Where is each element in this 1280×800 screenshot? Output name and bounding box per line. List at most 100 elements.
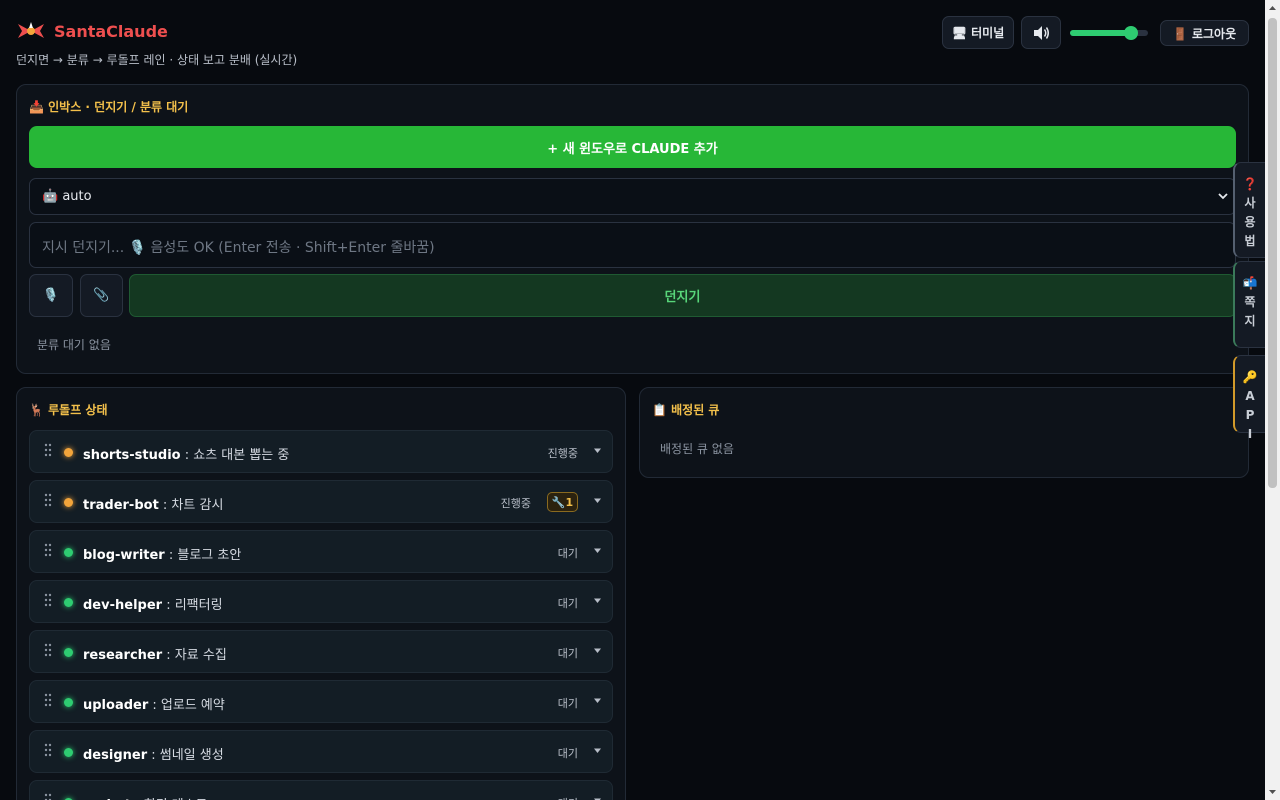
status-dot (64, 498, 73, 507)
lane-label: uploader : 업로드 예약 (83, 694, 225, 713)
model-select[interactable]: 🤖 auto (29, 178, 1236, 215)
lane-status: 대기 (557, 697, 578, 710)
lane-label: dev-helper : 리팩터링 (83, 594, 223, 613)
drag-handle-icon[interactable] (44, 593, 52, 607)
caret-down-icon[interactable] (593, 546, 602, 555)
lane-name: uploader (83, 698, 149, 713)
rudolph-title: 🦌 루돌프 상태 (29, 403, 108, 417)
santa-logo-icon (18, 22, 44, 38)
assigned-queue-panel: 📋 배정된 큐 배정된 큐 없음 (639, 387, 1249, 478)
inbox-title: 📥 인박스 · 던지기 / 분류 대기 (29, 100, 189, 114)
lane-status: 대기 (557, 597, 578, 610)
lane-label: trader-bot : 차트 감시 (83, 494, 223, 513)
drag-handle-icon[interactable] (44, 793, 52, 800)
lane-status: 진행중 (500, 497, 531, 510)
terminal-button[interactable]: 🖥 터미널 (942, 16, 1014, 49)
lane-label: researcher : 자료 수집 (83, 644, 227, 663)
caret-down-icon[interactable] (593, 496, 602, 505)
throw-button[interactable]: 던지기 (129, 274, 1236, 317)
app-page: SantaClaude 던지면 → 분류 → 루돌프 레인 · 상태 보고 분배… (0, 0, 1265, 800)
app-name: SantaClaude (54, 21, 168, 41)
lane-task: : 차트 감시 (158, 498, 224, 513)
scroll-up-arrow-icon[interactable] (1268, 4, 1277, 13)
voice-input-button[interactable]: 🎙️ (29, 274, 73, 317)
queue-empty-text: 배정된 큐 없음 (660, 442, 734, 456)
status-dot (64, 648, 73, 657)
lane-row-qa-bot[interactable]: qa-bot : 회귀 테스트 대기 (29, 780, 613, 800)
lane-row-uploader[interactable]: uploader : 업로드 예약 대기 (29, 680, 613, 723)
key-icon: 🔑 (1242, 370, 1258, 384)
drag-handle-icon[interactable] (44, 693, 52, 707)
status-dot (64, 698, 73, 707)
drag-handle-icon[interactable] (44, 493, 52, 507)
lane-task: : 쇼츠 대본 뽑는 중 (180, 448, 290, 463)
lane-task: : 자료 수집 (162, 648, 227, 663)
drag-handle-icon[interactable] (44, 543, 52, 557)
lane-status: 대기 (557, 547, 578, 560)
rudolph-status-panel: 🦌 루돌프 상태 shorts-studio : 쇼츠 대본 뽑는 중 진행중 tr… (16, 387, 626, 800)
lane-task: : 썸네일 생성 (147, 748, 224, 763)
caret-down-icon[interactable] (593, 446, 602, 455)
page-scrollbar[interactable] (1265, 0, 1280, 800)
lane-name: shorts-studio (83, 448, 181, 463)
caret-down-icon[interactable] (593, 646, 602, 655)
tab-char: 지 (1244, 314, 1256, 328)
lane-row-trader-bot[interactable]: trader-bot : 차트 감시 진행중 🔧1 (29, 480, 613, 523)
volume-thumb[interactable] (1123, 26, 1138, 40)
lane-row-designer[interactable]: designer : 썸네일 생성 대기 (29, 730, 613, 773)
lane-status: 대기 (557, 647, 578, 660)
lane-name: trader-bot (83, 498, 159, 513)
volume-slider[interactable] (1070, 26, 1148, 40)
tab-char: 쪽 (1244, 295, 1256, 309)
status-dot (64, 548, 73, 557)
lane-task: : 업로드 예약 (148, 698, 225, 713)
messages-side-tab[interactable]: 📬 쪽 지 (1233, 261, 1265, 348)
speaker-icon (1034, 25, 1049, 40)
lane-task: : 리팩터링 (162, 598, 223, 613)
app-subtitle: 던지면 → 분류 → 루돌프 레인 · 상태 보고 분배 (실시간) (16, 53, 298, 67)
scrollbar-thumb[interactable] (1268, 18, 1277, 488)
brand: SantaClaude (16, 20, 168, 42)
chevron-down-icon (1218, 193, 1228, 200)
lane-row-shorts-studio[interactable]: shorts-studio : 쇼츠 대본 뽑는 중 진행중 (29, 430, 613, 473)
lane-label: designer : 썸네일 생성 (83, 744, 224, 763)
caret-down-icon[interactable] (593, 696, 602, 705)
lane-status: 대기 (558, 795, 578, 800)
caret-down-icon[interactable] (593, 746, 602, 755)
help-side-tab[interactable]: ❓ 사 용 법 (1233, 162, 1265, 258)
lane-task: : 블로그 초안 (164, 548, 242, 563)
lane-name: blog-writer (83, 548, 165, 563)
classification-empty-text: 분류 대기 없음 (37, 338, 111, 352)
question-icon: ❓ (1242, 177, 1258, 191)
instruction-input[interactable]: 지시 던지기... 🎙️ 음성도 OK (Enter 전송 · Shift+En… (29, 222, 1236, 268)
lane-status: 대기 (557, 747, 578, 760)
tab-char: A (1245, 389, 1255, 403)
drag-handle-icon[interactable] (44, 743, 52, 757)
lane-name: researcher (83, 648, 163, 663)
lane-label: qa-bot : 회귀 테스트 (83, 794, 208, 800)
microphone-icon: 🎙️ (42, 288, 60, 303)
add-claude-window-button[interactable]: + 새 윈도우로 CLAUDE 추가 (29, 126, 1236, 168)
drag-handle-icon[interactable] (44, 643, 52, 657)
lane-status: 진행중 (547, 447, 578, 460)
drag-handle-icon[interactable] (44, 443, 52, 457)
lane-row-blog-writer[interactable]: blog-writer : 블로그 초안 대기 (29, 530, 613, 573)
caret-down-icon[interactable] (593, 596, 602, 605)
status-dot (64, 448, 73, 457)
caret-down-icon[interactable] (593, 796, 602, 800)
tab-char: 법 (1244, 234, 1256, 248)
status-dot (64, 598, 73, 607)
lane-row-researcher[interactable]: researcher : 자료 수집 대기 (29, 630, 613, 673)
model-select-value: 🤖 auto (42, 189, 92, 204)
sound-button[interactable] (1021, 16, 1061, 49)
logout-button[interactable]: 🚪 로그아웃 (1160, 20, 1249, 46)
queue-title: 📋 배정된 큐 (652, 403, 720, 417)
tab-char: P (1245, 408, 1255, 422)
paperclip-icon: 📎 (93, 288, 110, 303)
tool-count-badge: 🔧1 (547, 492, 578, 512)
api-side-tab[interactable]: 🔑 A P I (1233, 355, 1265, 441)
scroll-down-arrow-icon[interactable] (1268, 787, 1277, 796)
attach-button[interactable]: 📎 (80, 274, 123, 317)
inbox-panel: 📥 인박스 · 던지기 / 분류 대기 + 새 윈도우로 CLAUDE 추가 🤖… (16, 84, 1249, 374)
lane-row-dev-helper[interactable]: dev-helper : 리팩터링 대기 (29, 580, 613, 623)
